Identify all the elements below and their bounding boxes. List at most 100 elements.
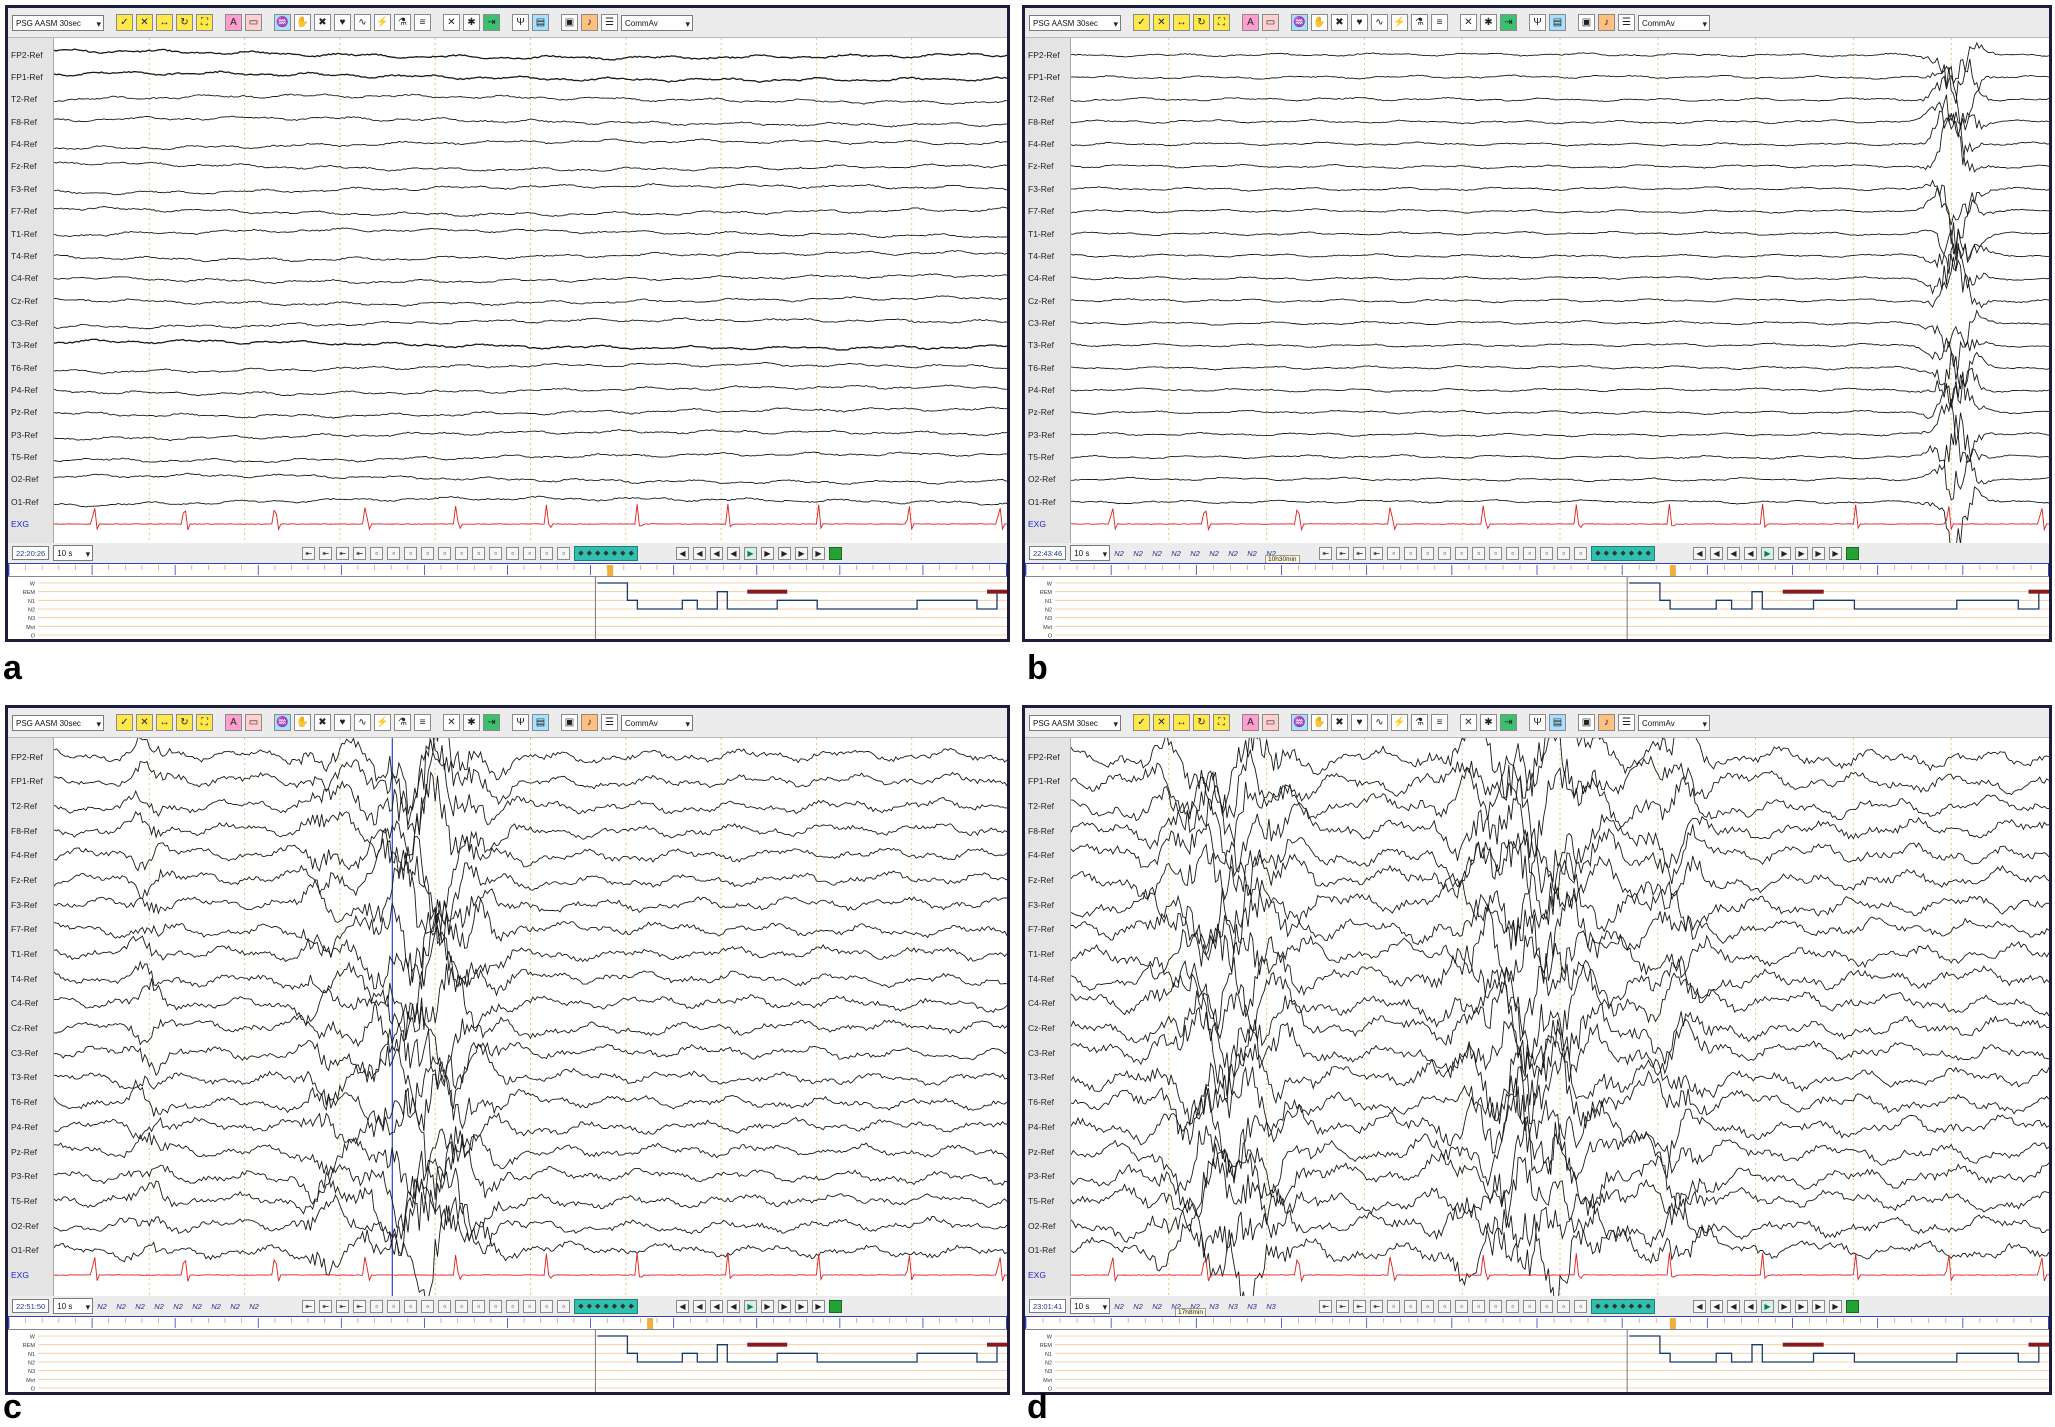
last-page-icon[interactable]: ▶ [1811,546,1825,560]
end-icon[interactable]: ▶ [811,1299,825,1313]
comment-select[interactable]: CommAv [1638,714,1710,732]
sleep-icon[interactable]: ◆ [620,549,625,557]
book-icon[interactable]: ▫ [421,1299,435,1313]
window-icon[interactable]: ▫ [506,1299,520,1313]
montage-icon[interactable]: ▤ [532,714,549,731]
next-fast-icon[interactable]: ▶ [1794,1299,1808,1313]
flash-icon[interactable]: ⚡ [1391,714,1408,731]
grid-icon[interactable]: ▫ [1489,546,1503,560]
search-icon[interactable]: ▫ [1472,1299,1486,1313]
globe-icon[interactable]: ▫ [1506,546,1520,560]
list-icon[interactable]: ▫ [557,1299,571,1313]
refresh-icon[interactable]: ↻ [1193,714,1210,731]
back-range-icon[interactable]: ⇤ [302,1299,316,1313]
book-icon[interactable]: ▫ [1438,1299,1452,1313]
doc-icon[interactable]: ▫ [1455,546,1469,560]
event-a-icon[interactable]: ◆ [578,549,583,557]
lungs-icon[interactable]: ♒ [1291,14,1308,31]
cross-red-icon[interactable]: ✱ [463,714,480,731]
eeg-traces[interactable] [1071,38,2049,543]
bell-icon[interactable]: ◆ [603,1302,608,1310]
list-icon[interactable]: ☰ [1618,14,1635,31]
event-b-icon[interactable]: ◆ [1604,549,1609,557]
play-icon[interactable]: ▶ [1760,546,1774,560]
epoch-select[interactable]: 10 s [1070,545,1111,562]
event-tools[interactable]: ◆ ◆ ◆ ◆ ◆ ◆ ◆ [574,545,638,561]
auto-icon[interactable]: A [1242,14,1259,31]
recording-timeline[interactable] [8,563,1007,577]
list-icon[interactable]: ☰ [1618,714,1635,731]
next-icon[interactable]: ▶ [760,1299,774,1313]
prev-fast-icon[interactable]: ◀ [692,546,706,560]
wave-icon[interactable]: ∿ [1371,714,1388,731]
range-icon[interactable]: ↔ [1173,714,1190,731]
range-icon[interactable]: ↔ [1173,14,1190,31]
hand-icon[interactable]: ✋ [1311,14,1328,31]
filter-icon[interactable]: Ψ [512,14,529,31]
next-icon[interactable]: ▶ [1777,546,1791,560]
next-fast-icon[interactable]: ▶ [777,1299,791,1313]
cross-red-icon[interactable]: ✱ [463,14,480,31]
bell-icon[interactable]: ◆ [1620,549,1625,557]
first-page-icon[interactable]: ◀ [1692,1299,1706,1313]
grid-icon[interactable]: ▫ [472,1299,486,1313]
pin-icon[interactable]: ▫ [404,546,418,560]
remove-icon[interactable]: ✕ [443,14,460,31]
epoch-select[interactable]: 10 s [53,545,94,562]
export-icon[interactable]: ⇥ [1500,14,1517,31]
back-icon[interactable]: ◀ [726,1299,740,1313]
flash-icon[interactable]: ⚡ [1391,14,1408,31]
auto-icon[interactable]: A [225,14,242,31]
stop-icon[interactable] [1845,1299,1859,1313]
montage-select[interactable]: PSG AASM 30sec [1029,14,1121,32]
list-icon[interactable]: ▫ [557,546,571,560]
marker-icon[interactable]: ✓ [116,714,133,731]
montage-select[interactable]: PSG AASM 30sec [12,14,104,32]
bars-icon[interactable]: ▫ [1557,546,1571,560]
sleep-icon[interactable]: ◆ [1637,549,1642,557]
forward-range-icon[interactable]: ⇤ [319,1299,333,1313]
sound-icon[interactable]: ♪ [581,714,598,731]
epoch-select[interactable]: 10 s [1070,1298,1111,1315]
tool-b-icon[interactable]: ▫ [387,546,401,560]
globe-icon[interactable]: ▫ [489,546,503,560]
sun-icon[interactable]: ◆ [1646,549,1651,557]
cross-red-icon[interactable]: ✱ [1480,14,1497,31]
back-range-icon[interactable]: ⇤ [302,546,316,560]
event-b-icon[interactable]: ◆ [587,1302,592,1310]
bell-icon[interactable]: ◆ [603,549,608,557]
back-icon[interactable]: ◀ [1743,546,1757,560]
pin-icon[interactable]: ▫ [404,1299,418,1313]
microscope-icon[interactable]: ⚗ [394,714,411,731]
event-tools[interactable]: ◆ ◆ ◆ ◆ ◆ ◆ ◆ [574,1298,638,1314]
stop-icon[interactable] [828,1299,842,1313]
hand-icon[interactable]: ✋ [1311,714,1328,731]
tool-a-icon[interactable]: ▫ [370,546,384,560]
bars-icon[interactable]: ≡ [1431,14,1448,31]
lungs-icon[interactable]: ♒ [274,714,291,731]
remove-icon[interactable]: ✕ [1460,14,1477,31]
person-icon[interactable]: ◆ [612,549,617,557]
hypnogram[interactable]: W REM N1 N2 N3 Mvt O [8,1329,1058,1393]
tool-b-icon[interactable]: ▫ [387,1299,401,1313]
camera-icon[interactable]: ▣ [1578,14,1595,31]
sound-icon[interactable]: ♪ [581,14,598,31]
play-icon[interactable]: ▶ [743,546,757,560]
grid-icon[interactable]: ▫ [1489,1299,1503,1313]
epoch-select[interactable]: 10 s [53,1298,94,1315]
comment-select[interactable]: CommAv [1638,14,1710,32]
filter-icon[interactable]: Ψ [512,714,529,731]
forward-range-icon[interactable]: ⇤ [1336,546,1350,560]
list-icon[interactable]: ☰ [601,714,618,731]
event-a-icon[interactable]: ◆ [1595,1302,1600,1310]
list-icon[interactable]: ▫ [1574,1299,1588,1313]
stop-icon[interactable] [1845,546,1859,560]
sun-icon[interactable]: ◆ [629,549,634,557]
doc-icon[interactable]: ▫ [438,1299,452,1313]
globe-icon[interactable]: ▫ [1506,1299,1520,1313]
doc-icon[interactable]: ▫ [1455,1299,1469,1313]
camera-icon[interactable]: ▣ [561,714,578,731]
tool-a-icon[interactable]: ▫ [1387,546,1401,560]
forward-range-icon[interactable]: ⇤ [1336,1299,1350,1313]
sun-icon[interactable]: ◆ [1646,1302,1651,1310]
